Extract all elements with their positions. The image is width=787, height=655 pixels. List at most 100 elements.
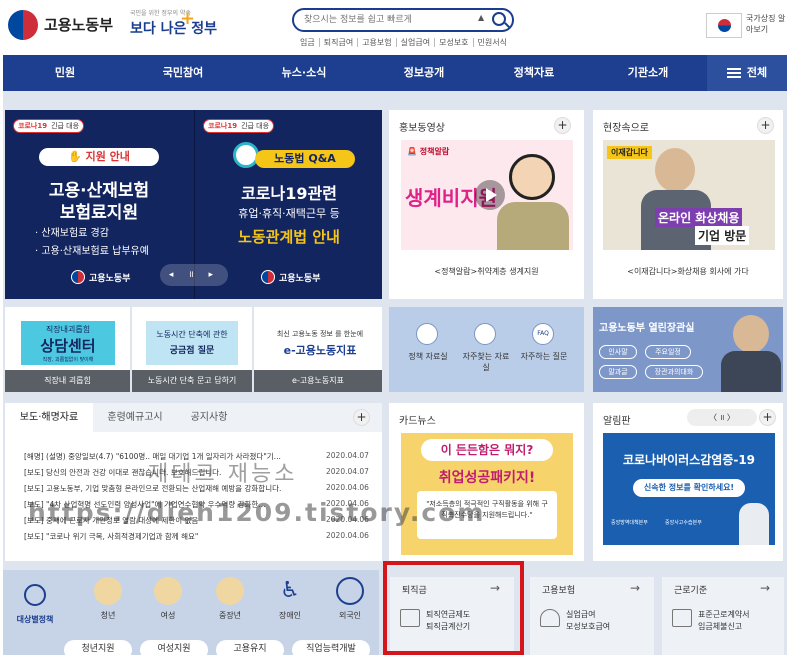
national-symbol-link[interactable]: 국가상징 알아보기 bbox=[746, 13, 786, 35]
arrow-right-icon: → bbox=[759, 581, 770, 595]
quick-link[interactable]: 실업급여 bbox=[397, 38, 436, 47]
quick-box-sub-text: 직장, 괴롭힘없이 맞이해 bbox=[42, 357, 94, 363]
target-policy-label: 대상별정책 bbox=[16, 615, 54, 624]
minister-photo-body bbox=[721, 351, 781, 392]
promo-video-thumbnail[interactable]: 🚨 정책알람 생계비지원 bbox=[401, 140, 573, 250]
cut-tab[interactable]: 청년지원 bbox=[64, 640, 132, 655]
minister-button[interactable]: 인사말 bbox=[599, 345, 637, 359]
moel-logo-icon bbox=[261, 270, 275, 284]
target-policy-item[interactable]: 여성 bbox=[140, 610, 196, 621]
quick-box-top-text: 직장내괴롭힘 bbox=[45, 325, 91, 334]
service-item[interactable]: 자주찾는 자료실 bbox=[461, 321, 511, 385]
quick-link[interactable]: 퇴직급여 bbox=[320, 38, 359, 47]
cardnews-head: 이 든든함은 뭐지? bbox=[421, 439, 553, 461]
quick-box-label: e-고용노동지표 bbox=[254, 370, 382, 392]
more-plus-button[interactable]: + bbox=[759, 409, 776, 426]
news-date: 2020.04.07 bbox=[326, 467, 369, 476]
quick-box-e-index[interactable]: 최신 고용노동 정보 를 한눈에 e-고용노동지표 e-고용노동지표 bbox=[254, 307, 382, 392]
target-policy-item[interactable]: 청년 bbox=[80, 610, 136, 621]
moel-emblem-icon[interactable] bbox=[8, 10, 38, 40]
thumb-line: 온라인 화상채용 bbox=[655, 208, 743, 227]
quick-link[interactable]: 민원서식 bbox=[474, 38, 511, 47]
bottom-cut-tabs: 청년지원 여성지원 고용유지 직업능력개발 bbox=[64, 640, 378, 655]
card-title: 홍보동영상 bbox=[399, 123, 445, 134]
cardnews-thumbnail[interactable]: 이 든든함은 뭐지? 취업성공패키지! "저소득층의 적극적인 구직활동을 위해… bbox=[401, 433, 573, 555]
banner-controls[interactable]: ◂ ॥ ▸ bbox=[160, 264, 228, 286]
people-icon bbox=[24, 584, 46, 606]
menu-icon bbox=[726, 68, 741, 78]
banner-headline: 보험료지원 bbox=[59, 203, 139, 223]
moel-logo-icon bbox=[71, 270, 85, 284]
service-item[interactable]: 정책 자료실 bbox=[403, 321, 453, 385]
news-row[interactable]: [보도] "코로나 위기 극복, 사회적경제기업과 함께 해요" bbox=[24, 531, 324, 542]
banner-tag: 코로나19 긴급 대응 bbox=[203, 119, 275, 133]
field-caption[interactable]: <이재갑니다>화상채용 회사에 가다 bbox=[593, 266, 783, 277]
quick-box-label: 직장내 괴롭힘 bbox=[5, 370, 130, 392]
alert-controls[interactable]: 〈 ॥ 〉 bbox=[687, 409, 757, 426]
target-policy-item[interactable]: 중장년 bbox=[202, 610, 258, 621]
search-input[interactable] bbox=[304, 13, 474, 27]
youth-icon[interactable] bbox=[94, 577, 122, 605]
document-icon bbox=[672, 609, 692, 627]
tab-press[interactable]: 보도·해명자료 bbox=[5, 403, 93, 432]
alert-card: 알림판 〈 ॥ 〉 + 코로나바이러스감염증-19 신속한 정보를 확인하세요!… bbox=[593, 403, 783, 561]
tab-notices[interactable]: 공지사항 bbox=[177, 403, 241, 432]
quick-box-harassment[interactable]: 직장내괴롭힘 상담센터 직장, 괴롭힘없이 맞이해 직장내 괴롭힘 bbox=[5, 307, 130, 392]
header-quick-links: 임금 퇴직급여 고용보험 실업급여 모성보호 민원서식 bbox=[296, 38, 511, 47]
middle-aged-icon[interactable] bbox=[216, 577, 244, 605]
person-figure bbox=[655, 148, 695, 192]
highlight-box bbox=[383, 561, 524, 655]
more-plus-button[interactable]: + bbox=[757, 117, 774, 134]
minister-card: 고용노동부 열린장관실 인사말 주요일정 말과글 장관과의대화 bbox=[593, 307, 783, 392]
quick-line: 실업급여 모성보호급여 bbox=[566, 610, 611, 631]
quick-link[interactable]: 모성보호 bbox=[435, 38, 474, 47]
nav-item-participation[interactable]: 국민참여 bbox=[127, 55, 239, 91]
nav-all-button[interactable]: 전체 bbox=[707, 55, 787, 91]
promo-caption[interactable]: <정책알람>취약계층 생계지원 bbox=[389, 266, 584, 277]
wheelchair-icon[interactable]: ♿ bbox=[276, 577, 304, 605]
service-item[interactable]: FAQ 자주하는 질문 bbox=[519, 321, 569, 385]
slogan-main[interactable]: 보다 나은 정부 bbox=[130, 18, 217, 38]
field-thumbnail[interactable]: 이재갑니다 온라인 화상채용 기업 방문 bbox=[603, 140, 775, 250]
target-policy-label-box: 대상별정책 bbox=[6, 578, 64, 632]
woman-icon[interactable] bbox=[154, 577, 182, 605]
person-figure bbox=[509, 154, 555, 200]
slogan-plus-icon: + bbox=[180, 8, 196, 29]
minister-button[interactable]: 말과글 bbox=[599, 365, 637, 379]
alert-thumbnail[interactable]: 코로나바이러스감염증-19 신속한 정보를 확인하세요! 중앙방역대책본부 중앙… bbox=[603, 433, 775, 545]
quick-link[interactable]: 고용보험 bbox=[358, 38, 397, 47]
minister-button[interactable]: 장관과의대화 bbox=[645, 365, 703, 379]
cardnews-card: 카드뉴스 이 든든함은 뭐지? 취업성공패키지! "저소득층의 적극적인 구직활… bbox=[389, 403, 584, 561]
minister-button[interactable]: 주요일정 bbox=[645, 345, 691, 359]
alert-org: 중앙사고수습본부 bbox=[665, 520, 702, 526]
cut-tab[interactable]: 여성지원 bbox=[140, 640, 208, 655]
globe-icon[interactable] bbox=[336, 577, 364, 605]
target-policy-item[interactable]: 장애인 bbox=[262, 610, 318, 621]
nav-item-policy[interactable]: 정책자료 bbox=[479, 55, 589, 91]
tab-regulations[interactable]: 훈령예규고시 bbox=[93, 403, 177, 432]
nav-item-disclosure[interactable]: 정보공개 bbox=[369, 55, 479, 91]
more-plus-button[interactable]: + bbox=[554, 117, 571, 134]
quick-link[interactable]: 임금 bbox=[296, 38, 320, 47]
nav-item-civil[interactable]: 민원 bbox=[3, 55, 127, 91]
protective-suit-figure bbox=[739, 503, 769, 545]
quick-box-top-text: 노동시간 단축에 관한 bbox=[156, 330, 228, 339]
quick-labor-standards[interactable]: 근로기준 → 표준근로계약서 임금체불신고 bbox=[662, 577, 784, 655]
quick-box-label: 노동시간 단축 문고 답하기 bbox=[132, 370, 252, 392]
search-icon[interactable] bbox=[492, 12, 506, 26]
quick-box-worktime[interactable]: 노동시간 단축에 관한 궁금점 질문 노동시간 단축 문고 답하기 bbox=[132, 307, 252, 392]
more-plus-button[interactable]: + bbox=[353, 409, 370, 426]
nav-item-news[interactable]: 뉴스·소식 bbox=[239, 55, 369, 91]
arrow-right-icon: → bbox=[629, 581, 640, 595]
search-dropdown-icon[interactable]: ▲ bbox=[478, 13, 484, 22]
national-flag-icon[interactable] bbox=[706, 13, 742, 38]
play-icon[interactable] bbox=[475, 180, 505, 210]
cut-tab[interactable]: 직업능력개발 bbox=[292, 640, 370, 655]
banner-headline: 코로나19관련 bbox=[241, 184, 337, 203]
quick-employment-insurance[interactable]: 고용보험 → 실업급여 모성보호급여 bbox=[530, 577, 654, 655]
quick-title: 고용보험 bbox=[542, 586, 576, 596]
cut-tab[interactable]: 고용유지 bbox=[216, 640, 284, 655]
site-logo-text[interactable]: 고용노동부 bbox=[44, 14, 113, 35]
target-policy-item[interactable]: 외국인 bbox=[322, 610, 378, 621]
nav-item-about[interactable]: 기관소개 bbox=[589, 55, 707, 91]
